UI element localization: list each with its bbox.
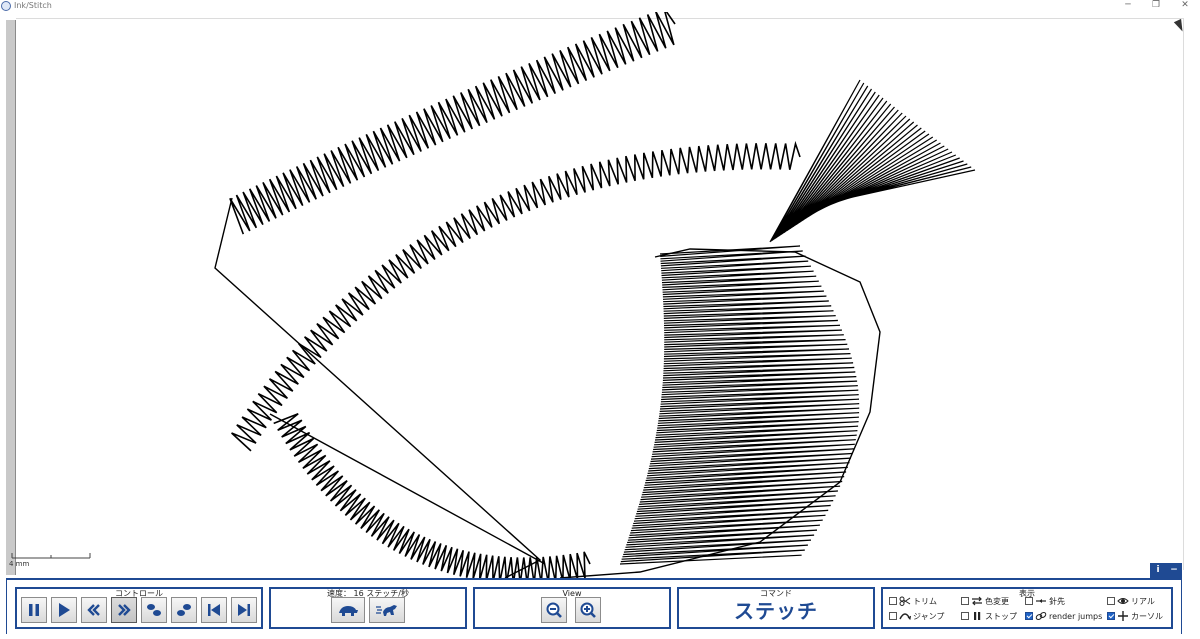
cursor-checkbox[interactable] [1107,612,1115,620]
link-icon [1035,612,1047,620]
collapse-button[interactable]: − [1166,563,1182,578]
fast-animal-icon [376,605,397,616]
skip-to-end-icon [238,604,250,616]
stitch-satin-fill [619,245,860,565]
scale-bar [11,553,91,559]
controls-group: コントロール [15,587,263,629]
stop-label: ストップ [985,611,1017,621]
cursor-option[interactable]: カーソル [1107,610,1163,622]
jump-checkbox[interactable] [889,612,897,620]
command-group: コマンド ステッチ [677,587,875,629]
step-back-icon [147,604,161,616]
scissors-icon [899,596,911,606]
jump-icon [899,613,911,621]
display-group: 表示 トリム ジャンプ 色変更 ストップ 針先 render jumps リアル… [881,587,1173,629]
stitch-drawing [11,12,976,578]
slow-animal-icon [339,606,358,616]
color-change-checkbox[interactable] [961,597,969,605]
scale-label: 4 mm [9,560,30,568]
realistic-label: リアル [1131,596,1155,606]
inkstitch-logo-icon [1,1,11,11]
stitch-top-band [229,12,676,235]
play-icon [59,603,70,617]
step-forward-icon [177,604,191,616]
eye-icon [1117,598,1129,604]
needle-label: 針先 [1049,596,1065,606]
info-button[interactable]: i [1150,563,1166,578]
needle-option[interactable]: 針先 [1025,595,1065,607]
zoom-out-button[interactable] [541,597,567,623]
close-button[interactable]: ✕ [1170,0,1200,12]
color-change-option[interactable]: 色変更 [961,595,1009,607]
trim-option[interactable]: トリム [889,595,937,607]
title-bar: Ink/Stitch ─ ❐ ✕ [0,0,1200,12]
realistic-checkbox[interactable] [1107,597,1115,605]
rewind-icon [87,604,100,616]
slower-button[interactable] [331,597,365,623]
step-forward-button[interactable] [171,597,197,623]
restore-button[interactable]: ❐ [1141,0,1171,12]
trim-checkbox[interactable] [889,597,897,605]
view-group: View [473,587,671,629]
rewind-button[interactable] [81,597,107,623]
zoom-in-icon [580,602,596,618]
skip-to-start-icon [208,604,220,616]
render-jumps-label: render jumps [1049,611,1103,621]
stitch-lower-curve [273,413,591,578]
zoom-out-icon [546,602,562,618]
needle-icon [1036,599,1046,603]
fast-forward-icon [118,604,131,616]
skip-to-end-button[interactable] [231,597,257,623]
pause-icon [29,604,39,616]
speed-group: 速度： 16 ステッチ/秒 [269,587,467,629]
stitch-canvas[interactable]: 4 mm i − [0,12,1200,578]
trim-label: トリム [913,596,937,606]
zoom-in-button[interactable] [575,597,601,623]
skip-to-start-button[interactable] [201,597,227,623]
faster-button[interactable] [369,597,405,623]
info-toggle[interactable]: i − [1150,563,1182,578]
realistic-option[interactable]: リアル [1107,595,1155,607]
stop-option[interactable]: ストップ [961,610,1017,622]
pause-button[interactable] [21,597,47,623]
crosshair-icon [1118,611,1128,621]
minimize-button[interactable]: ─ [1113,0,1143,12]
needle-checkbox[interactable] [1025,597,1033,605]
stop-icon [974,612,981,620]
jump-option[interactable]: ジャンプ [889,610,944,622]
stop-checkbox[interactable] [961,612,969,620]
color-change-label: 色変更 [985,596,1009,606]
jump-label: ジャンプ [913,611,945,621]
window-title: Ink/Stitch [14,1,52,10]
color-change-icon [972,596,982,606]
fast-forward-button[interactable] [111,597,137,623]
simulator-control-panel: コントロール 速度： 16 ステッチ/秒 View コマンド ステッチ 表示 ト… [6,578,1182,634]
render-jumps-checkbox[interactable] [1025,612,1033,620]
cursor-label: カーソル [1131,611,1163,621]
render-jumps-option[interactable]: render jumps [1025,610,1102,622]
current-command: ステッチ [734,599,818,623]
stitch-spout-fan [769,79,976,243]
play-button[interactable] [51,597,77,623]
step-back-button[interactable] [141,597,167,623]
